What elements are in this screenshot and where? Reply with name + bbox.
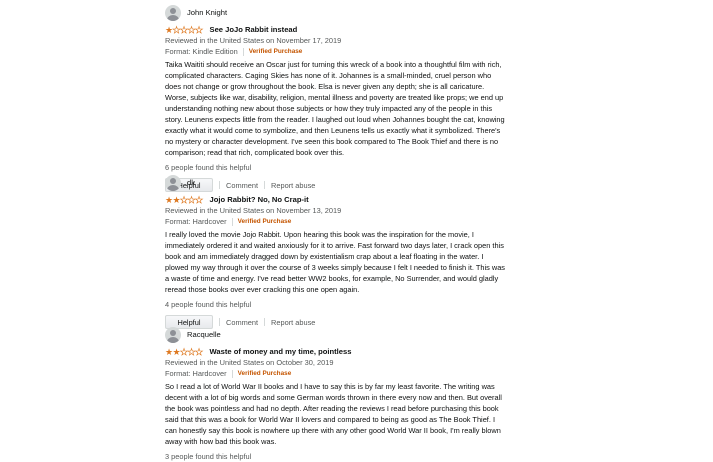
review-body: Taika Waititi should receive an Oscar ju… bbox=[165, 60, 505, 158]
star-filled-icon: ★ bbox=[172, 346, 181, 357]
review-title-link[interactable]: See JoJo Rabbit instead bbox=[210, 24, 298, 35]
review-title-row: ★ ★ ★ ★ ★ See JoJo Rabbit instead bbox=[165, 24, 505, 35]
star-empty-icon: ★ bbox=[180, 24, 189, 35]
avatar[interactable] bbox=[165, 327, 181, 343]
avatar[interactable] bbox=[165, 5, 181, 21]
review-title-link[interactable]: Waste of money and my time, pointless bbox=[210, 346, 352, 357]
star-rating[interactable]: ★ ★ ★ ★ ★ bbox=[165, 194, 204, 205]
star-empty-icon: ★ bbox=[172, 24, 181, 35]
star-empty-icon: ★ bbox=[187, 24, 196, 35]
star-empty-icon: ★ bbox=[195, 194, 204, 205]
review-body: I really loved the movie Jojo Rabbit. Up… bbox=[165, 230, 506, 295]
format-row: Format: Hardcover Verified Purchase bbox=[165, 368, 505, 379]
star-filled-icon: ★ bbox=[165, 194, 174, 205]
divider bbox=[231, 217, 233, 226]
star-empty-icon: ★ bbox=[187, 194, 196, 205]
review-card: dk ★ ★ ★ ★ ★ Jojo Rabbit? No, No Crap-it Rev… bbox=[165, 174, 505, 330]
star-filled-icon: ★ bbox=[165, 24, 174, 35]
star-rating[interactable]: ★ ★ ★ ★ ★ bbox=[165, 24, 204, 35]
review-date: Reviewed in the United States on Novembe… bbox=[165, 206, 342, 215]
star-empty-icon: ★ bbox=[180, 346, 189, 357]
star-empty-icon: ★ bbox=[195, 346, 204, 357]
helpful-count: 4 people found this helpful bbox=[165, 300, 252, 310]
format-link[interactable]: Format: Kindle Edition bbox=[165, 46, 238, 57]
divider bbox=[242, 47, 244, 56]
format-row: Format: Kindle Edition Verified Purchase bbox=[165, 46, 505, 57]
reviewer-profile[interactable]: John Knight bbox=[165, 4, 505, 22]
reviewer-profile[interactable]: dk bbox=[165, 174, 505, 192]
format-link[interactable]: Format: Hardcover bbox=[165, 216, 227, 227]
format-link[interactable]: Format: Hardcover bbox=[165, 368, 227, 379]
divider bbox=[231, 369, 233, 378]
helpful-count: 6 people found this helpful bbox=[165, 163, 252, 173]
review-card: Racquelle ★ ★ ★ ★ ★ Waste of money and my ti… bbox=[165, 326, 505, 462]
star-rating[interactable]: ★ ★ ★ ★ ★ bbox=[165, 346, 204, 357]
reviewer-name[interactable]: dk bbox=[187, 177, 195, 188]
verified-purchase-badge: Verified Purchase bbox=[237, 217, 292, 225]
review-title-link[interactable]: Jojo Rabbit? No, No Crap-it bbox=[210, 194, 309, 205]
review-title-row: ★ ★ ★ ★ ★ Jojo Rabbit? No, No Crap-it bbox=[165, 194, 505, 205]
format-row: Format: Hardcover Verified Purchase bbox=[165, 216, 505, 227]
reviewer-profile[interactable]: Racquelle bbox=[165, 326, 505, 344]
reviewer-name[interactable]: John Knight bbox=[187, 7, 227, 18]
avatar[interactable] bbox=[165, 175, 181, 191]
review-body: So I read a lot of World War II books an… bbox=[165, 382, 502, 447]
review-title-row: ★ ★ ★ ★ ★ Waste of money and my time, pointl… bbox=[165, 346, 505, 357]
helpful-count: 3 people found this helpful bbox=[165, 452, 252, 462]
review-card: John Knight ★ ★ ★ ★ ★ See JoJo Rabbit instea… bbox=[165, 4, 505, 193]
review-date: Reviewed in the United States on Novembe… bbox=[165, 36, 342, 45]
verified-purchase-badge: Verified Purchase bbox=[237, 369, 292, 377]
verified-purchase-badge: Verified Purchase bbox=[248, 47, 303, 55]
reviewer-name[interactable]: Racquelle bbox=[187, 329, 221, 340]
star-filled-icon: ★ bbox=[165, 346, 174, 357]
review-date: Reviewed in the United States on October… bbox=[165, 358, 334, 367]
star-filled-icon: ★ bbox=[172, 194, 181, 205]
star-empty-icon: ★ bbox=[187, 346, 196, 357]
star-empty-icon: ★ bbox=[180, 194, 189, 205]
reviews-list: John Knight ★ ★ ★ ★ ★ See JoJo Rabbit instea… bbox=[0, 0, 713, 461]
star-empty-icon: ★ bbox=[195, 24, 204, 35]
